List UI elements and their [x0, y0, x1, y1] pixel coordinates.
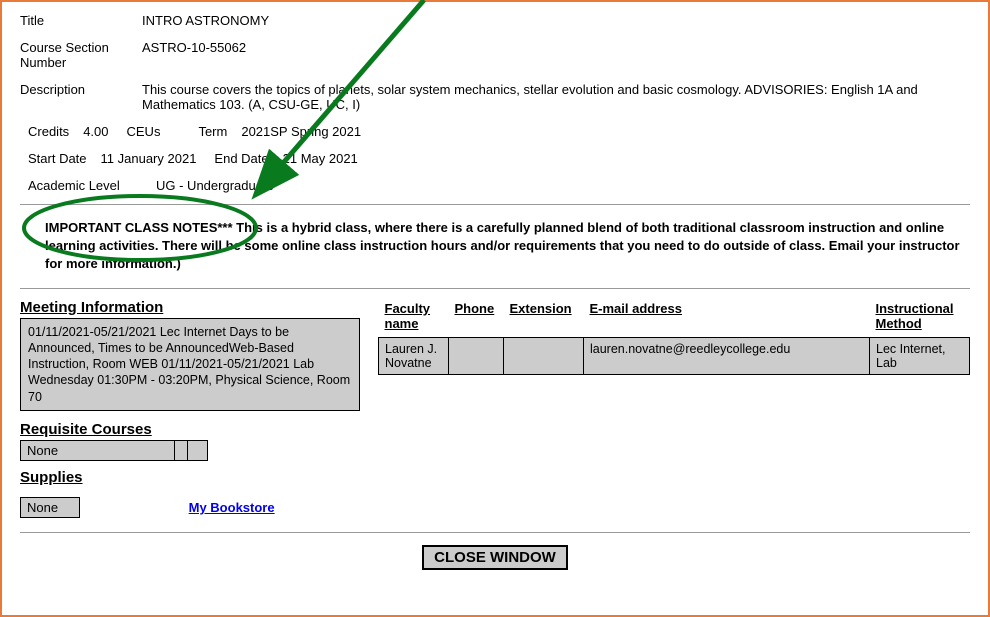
start-date-value: 11 January 2021 — [101, 151, 197, 166]
term-value: 2021SP Spring 2021 — [241, 124, 361, 139]
credits-label: Credits — [28, 124, 69, 139]
extension-cell — [504, 337, 584, 374]
divider — [20, 532, 970, 533]
requisite-spacer — [175, 440, 188, 461]
course-section-number-label: Course Section Number — [20, 40, 142, 70]
instructional-method-header: Instructional Method — [870, 299, 970, 338]
email-header: E-mail address — [584, 299, 870, 338]
term-label: Term — [198, 124, 227, 139]
title-value: INTRO ASTRONOMY — [142, 13, 970, 28]
faculty-name-header: Faculty name — [379, 299, 449, 338]
academic-level-value: UG - Undergraduate — [156, 178, 274, 193]
instructional-method-cell: Lec Internet, Lab — [870, 337, 970, 374]
divider — [20, 288, 970, 289]
course-section-number-value: ASTRO-10-55062 — [142, 40, 970, 55]
requisite-spacer — [188, 440, 208, 461]
start-date-label: Start Date — [28, 151, 87, 166]
my-bookstore-link[interactable]: My Bookstore — [189, 500, 275, 515]
ceus-label: CEUs — [127, 124, 161, 139]
requisite-courses-row: None — [20, 440, 360, 461]
academic-level-label: Academic Level — [28, 178, 142, 193]
end-date-label: End Date — [214, 151, 268, 166]
description-label: Description — [20, 82, 142, 97]
requisite-courses-value: None — [20, 440, 175, 461]
close-window-button[interactable]: CLOSE WINDOW — [422, 545, 568, 570]
supplies-value: None — [20, 497, 80, 518]
meeting-information-heading: Meeting Information — [20, 299, 360, 316]
faculty-name-cell: Lauren J. Novatne — [379, 337, 449, 374]
credits-value: 4.00 — [83, 124, 108, 139]
faculty-row: Lauren J. Novatne lauren.novatne@reedley… — [379, 337, 970, 374]
faculty-table: Faculty name Phone Extension E-mail addr… — [378, 299, 970, 375]
end-date-value: 21 May 2021 — [283, 151, 358, 166]
description-value: This course covers the topics of planets… — [142, 82, 970, 112]
faculty-header-row: Faculty name Phone Extension E-mail addr… — [379, 299, 970, 338]
divider — [20, 204, 970, 205]
requisite-courses-heading: Requisite Courses — [20, 421, 360, 438]
extension-header: Extension — [504, 299, 584, 338]
meeting-information-box: 01/11/2021-05/21/2021 Lec Internet Days … — [20, 318, 360, 411]
phone-cell — [449, 337, 504, 374]
supplies-heading: Supplies — [20, 469, 360, 486]
email-cell: lauren.novatne@reedleycollege.edu — [584, 337, 870, 374]
important-class-notes: IMPORTANT CLASS NOTES*** This is a hybri… — [20, 213, 970, 280]
phone-header: Phone — [449, 299, 504, 338]
title-label: Title — [20, 13, 142, 28]
